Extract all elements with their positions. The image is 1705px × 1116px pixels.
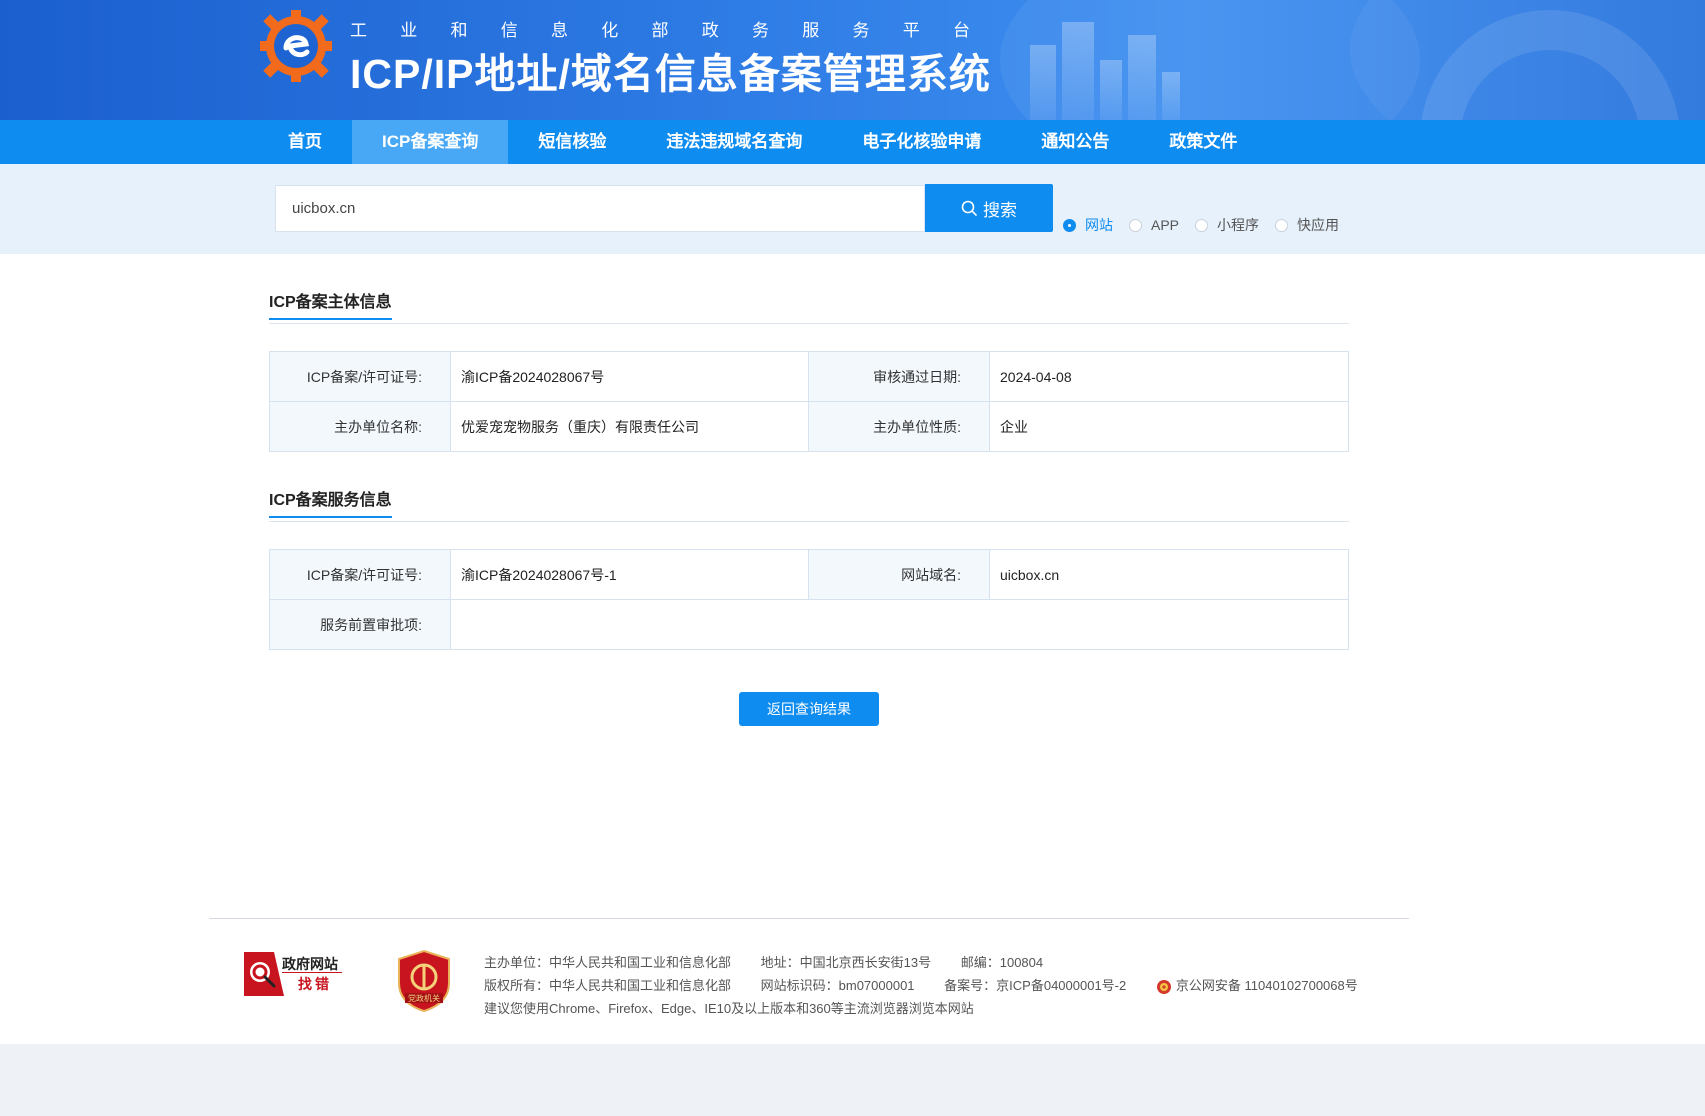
radio-icon <box>1275 218 1289 232</box>
search-input[interactable] <box>275 185 925 232</box>
nav-item-4[interactable]: 违法违规域名查询 <box>636 120 832 164</box>
search-type-group: 网站 APP 小程序 快应用 <box>1063 215 1355 235</box>
subtitle-char: 务 <box>752 21 769 40</box>
search-type-option[interactable]: 网站 <box>1063 215 1113 235</box>
back-to-results-button[interactable]: 返回查询结果 <box>739 692 879 726</box>
footer-line-1: 主办单位：中华人民共和国工业和信息化部 地址：中国北京西长安街13号 邮编：10… <box>484 952 1069 971</box>
cell-label: 网站域名: <box>808 549 990 600</box>
service-info-table: ICP备案/许可证号: 渝ICP备2024028067号-1 网站域名: uic… <box>269 549 1349 650</box>
main-nav: 首页 ICP备案查询 短信核验 违法违规域名查询 电子化核验申请 通知公告 政策文件 <box>0 120 1705 164</box>
footer-site-id: 网站标识码：bm07000001 <box>760 978 915 993</box>
section-divider <box>269 521 1349 522</box>
search-type-option[interactable]: APP <box>1129 217 1179 233</box>
party-gov-emblem-icon: 党政机关 <box>398 949 450 1013</box>
search-type-label: 快应用 <box>1297 217 1340 233</box>
subtitle-char: 信 <box>500 21 518 40</box>
radio-icon <box>1129 218 1142 232</box>
miit-logo-icon[interactable] <box>258 8 334 84</box>
cell-label: ICP备案/许可证号: <box>269 351 451 402</box>
footer-address: 地址：中国北京西长安街13号 <box>760 955 932 970</box>
cell-value: 优爱宠宠物服务（重庆）有限责任公司 <box>450 401 809 452</box>
subtitle-char: 政 <box>701 21 719 40</box>
footer-sponsor: 主办单位：中华人民共和国工业和信息化部 <box>484 955 732 970</box>
police-badge-icon <box>1156 979 1171 994</box>
subtitle-char: 息 <box>551 21 568 40</box>
gov-site-error-icon <box>244 952 284 996</box>
cell-value: 渝ICP备2024028067号 <box>450 351 809 402</box>
platform-subtitle: 工业和信息化部政务服务平台 <box>350 16 970 41</box>
cell-value: 2024-04-08 <box>989 351 1349 402</box>
party-gov-badge[interactable]: 党政机关 <box>397 949 451 1013</box>
radio-icon <box>1195 218 1209 232</box>
cell-value: 企业 <box>989 401 1349 452</box>
subject-info-table: ICP备案/许可证号: 渝ICP备2024028067号 审核通过日期: 202… <box>269 351 1349 452</box>
subtitle-char: 服 <box>802 21 820 40</box>
search-icon <box>961 200 977 216</box>
service-section-title: ICP备案服务信息 <box>269 486 392 518</box>
cell-label: 服务前置审批项: <box>269 599 451 650</box>
table-row: 服务前置审批项: <box>269 599 1349 650</box>
footer-postcode: 邮编：100804 <box>960 955 1044 970</box>
cell-value: uicbox.cn <box>989 549 1349 600</box>
nav-item-6[interactable]: 通知公告 <box>1011 120 1139 164</box>
subtitle-char: 平 <box>902 21 920 40</box>
subject-section-title: ICP备案主体信息 <box>269 288 392 320</box>
gov-site-error-badge[interactable]: 政府网站 找错 <box>244 950 344 996</box>
footer-police-record[interactable]: 京公网安备 11040102700068号 <box>1176 978 1358 993</box>
table-row: ICP备案/许可证号: 渝ICP备2024028067号 审核通过日期: 202… <box>269 351 1349 402</box>
subtitle-char: 业 <box>400 21 418 40</box>
banner-building <box>1062 22 1094 120</box>
banner-building <box>1128 35 1156 120</box>
footer-copyright: 版权所有：中华人民共和国工业和信息化部 <box>484 978 732 993</box>
subtitle-char: 部 <box>651 21 669 40</box>
subtitle-char: 和 <box>450 21 468 40</box>
gov-badge-line2: 找错 <box>298 976 332 992</box>
search-button[interactable]: 搜索 <box>925 184 1053 232</box>
radio-icon <box>1063 218 1076 232</box>
cell-label: 审核通过日期: <box>808 351 990 402</box>
banner-building <box>1100 60 1122 120</box>
party-badge-label: 党政机关 <box>408 993 440 1003</box>
section-divider <box>269 323 1349 324</box>
nav-item-1[interactable]: 首页 <box>258 120 352 164</box>
header-banner: 工 业 和 信 息 化 部 政 务 服 务 平 台 ICP/IP地址/域名信息备案管理系统 <box>0 0 1705 120</box>
subtitle-char: 务 <box>852 21 870 40</box>
search-bar: 搜索 网站 APP 小程序 快应用 <box>0 164 1705 254</box>
footer-icp-link[interactable]: 备案号：京ICP备04000001号-2 <box>944 978 1126 993</box>
nav-item-2[interactable]: ICP备案查询 <box>352 120 509 164</box>
footer-browser-note: 建议您使用Chrome、Firefox、Edge、IE10及以上版本和360等主… <box>484 1001 974 1016</box>
gov-badge-line1: 政府网站 <box>282 956 338 972</box>
cell-label: ICP备案/许可证号: <box>269 549 451 600</box>
search-type-label: APP <box>1151 217 1180 233</box>
nav-item-7[interactable]: 政策文件 <box>1139 120 1267 164</box>
system-title: ICP/IP地址/域名信息备案管理系统 <box>350 51 991 97</box>
nav-item-5[interactable]: 电子化核验申请 <box>832 120 1011 164</box>
search-type-option[interactable]: 快应用 <box>1275 215 1339 235</box>
cell-value: 渝ICP备2024028067号-1 <box>450 549 809 600</box>
search-type-label: 小程序 <box>1217 217 1260 233</box>
search-type-option[interactable]: 小程序 <box>1195 215 1259 235</box>
search-button-label: 搜索 <box>983 200 1017 220</box>
footer-line-2: 版权所有：中华人民共和国工业和信息化部 网站标识码：bm07000001 备案号… <box>484 975 1358 995</box>
cell-value <box>450 599 1349 650</box>
cell-label: 主办单位性质: <box>808 401 990 452</box>
nav-items: 首页 ICP备案查询 短信核验 违法违规域名查询 电子化核验申请 通知公告 政策文件 <box>258 120 1267 164</box>
table-row: ICP备案/许可证号: 渝ICP备2024028067号-1 网站域名: uic… <box>269 549 1349 600</box>
banner-building <box>1030 45 1056 120</box>
nav-item-3[interactable]: 短信核验 <box>508 120 636 164</box>
banner-building <box>1162 72 1180 120</box>
cell-label: 主办单位名称: <box>269 401 451 452</box>
table-row: 主办单位名称: 优爱宠宠物服务（重庆）有限责任公司 主办单位性质: 企业 <box>269 401 1349 452</box>
search-type-label: 网站 <box>1085 217 1113 233</box>
footer: 政府网站 找错 党政机关 主办单位：中华人民共和国工业和信息化部 地址：中国北京… <box>0 919 1705 1044</box>
subtitle-char: 工 <box>350 21 367 40</box>
subtitle-char: 台 <box>953 21 970 40</box>
subtitle-char: 化 <box>601 21 619 40</box>
